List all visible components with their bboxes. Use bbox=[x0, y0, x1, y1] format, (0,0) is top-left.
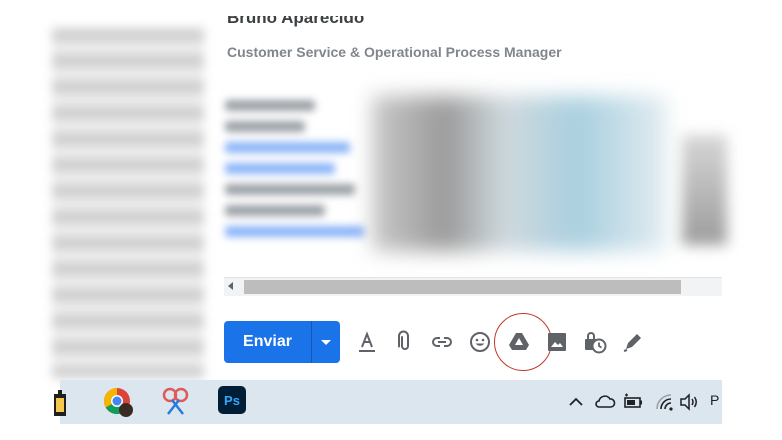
formatting-options-button[interactable] bbox=[352, 327, 382, 357]
blurred-inbox-list bbox=[52, 28, 204, 378]
show-hidden-icons-icon[interactable] bbox=[568, 392, 584, 412]
insert-link-button[interactable] bbox=[427, 327, 457, 357]
insert-emoji-button[interactable] bbox=[465, 327, 495, 357]
blurred-signature-image bbox=[372, 96, 667, 251]
send-options-button[interactable] bbox=[312, 321, 340, 363]
chrome-icon bbox=[103, 387, 133, 417]
insert-emoji-icon bbox=[470, 332, 490, 352]
language-indicator[interactable]: P bbox=[710, 392, 722, 408]
chevron-down-icon bbox=[321, 339, 331, 345]
battery-icon[interactable] bbox=[622, 392, 644, 412]
send-button[interactable]: Enviar bbox=[224, 321, 312, 363]
send-button-group: Enviar bbox=[224, 321, 340, 363]
file-explorer-icon bbox=[54, 390, 66, 416]
confidential-mode-icon bbox=[585, 332, 607, 354]
insert-photo-button[interactable] bbox=[542, 327, 572, 357]
wifi-icon[interactable] bbox=[654, 392, 674, 412]
insert-signature-icon bbox=[623, 334, 641, 352]
snipping-tool-icon bbox=[162, 387, 189, 415]
blurred-signature-text bbox=[225, 100, 370, 240]
windows-taskbar: Ps P bbox=[54, 380, 722, 424]
photoshop-button[interactable]: Ps bbox=[218, 386, 250, 418]
onedrive-icon[interactable] bbox=[594, 392, 616, 412]
insert-photo-icon bbox=[548, 333, 566, 351]
file-explorer-button[interactable] bbox=[54, 386, 86, 418]
insert-link-icon bbox=[432, 337, 452, 347]
snipping-tool-button[interactable] bbox=[160, 386, 192, 418]
scrollbar-thumb[interactable] bbox=[244, 280, 681, 294]
horizontal-scrollbar[interactable] bbox=[224, 277, 722, 296]
signature-title: Customer Service & Operational Process M… bbox=[227, 44, 562, 60]
volume-icon[interactable] bbox=[678, 392, 700, 412]
insert-signature-button[interactable] bbox=[618, 327, 648, 357]
attach-files-button[interactable] bbox=[390, 327, 420, 357]
confidential-mode-button[interactable] bbox=[580, 327, 610, 357]
signature-name: Bruno Aparecido bbox=[227, 16, 365, 27]
photoshop-icon: Ps bbox=[218, 386, 246, 414]
attach-files-icon bbox=[398, 330, 409, 350]
formatting-options-icon bbox=[359, 331, 375, 352]
blurred-signature-extra bbox=[682, 135, 727, 245]
chrome-button[interactable] bbox=[102, 386, 134, 418]
scroll-left-arrow-icon[interactable] bbox=[228, 282, 233, 290]
